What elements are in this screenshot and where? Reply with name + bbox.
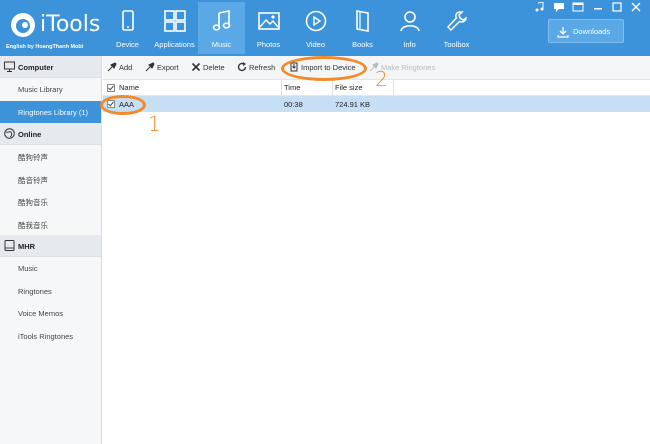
main-nav: Device Applications Music Photos Video B… <box>104 0 480 56</box>
tab-photos[interactable]: Photos <box>245 2 292 54</box>
feedback-icon[interactable] <box>553 2 565 12</box>
tab-label: Device <box>116 40 139 49</box>
select-all-checkbox[interactable] <box>107 84 115 92</box>
cell-time: 00:38 <box>284 100 303 109</box>
section-online: Online <box>0 123 101 145</box>
downloads-button[interactable]: Downloads <box>548 19 624 43</box>
downloads-label: Downloads <box>573 27 611 36</box>
sidebar-item-voice-memos[interactable]: Voice Memos <box>0 302 101 325</box>
itools-logo-icon <box>11 13 35 37</box>
tab-label: Music <box>211 40 232 49</box>
sidebar-item-label: 酷狗铃声 <box>18 153 48 162</box>
section-computer: Computer <box>0 56 101 78</box>
sidebar-item-ringtones[interactable]: Ringtones <box>0 280 101 303</box>
make-ringtones-label: Make Ringtones <box>381 63 436 72</box>
tab-label: Info <box>403 40 416 49</box>
section-title: Online <box>18 130 42 139</box>
sidebar-item-label: Ringtones <box>18 286 52 296</box>
refresh-label: Refresh <box>249 63 276 72</box>
sidebar: Computer Music Library Ringtones Library… <box>0 56 102 444</box>
tab-applications[interactable]: Applications <box>151 2 198 54</box>
annotation-circle-2 <box>281 56 367 81</box>
sidebar-item-label: 酷我音乐 <box>18 220 48 230</box>
download-icon <box>557 27 569 38</box>
minimize-icon[interactable] <box>592 2 604 12</box>
tab-label: Toolbox <box>443 40 470 49</box>
skin-icon[interactable] <box>572 2 584 12</box>
person-icon <box>400 11 420 32</box>
export-button[interactable]: Export <box>145 62 185 74</box>
section-title: Computer <box>18 63 54 72</box>
column-divider[interactable] <box>393 80 394 96</box>
sidebar-item-label: iTools Ringtones <box>18 331 74 341</box>
device-icon <box>4 240 15 251</box>
music-note-icon <box>212 10 231 31</box>
apps-grid-icon <box>164 10 186 32</box>
ringtones-table: Name Time File size AAA 00:38 724.91 KB <box>103 80 650 444</box>
column-divider[interactable] <box>332 80 333 96</box>
close-icon[interactable] <box>630 2 642 12</box>
globe-icon <box>4 128 15 139</box>
sidebar-item-music-library[interactable]: Music Library <box>0 78 101 101</box>
tab-books[interactable]: Books <box>339 2 386 54</box>
photo-icon <box>258 12 280 30</box>
tab-video[interactable]: Video <box>292 2 339 54</box>
app-name: iTools <box>40 12 101 37</box>
add-icon <box>107 62 117 72</box>
column-header-size[interactable]: File size <box>335 83 363 92</box>
annotation-step-2: 2 <box>375 67 388 91</box>
column-divider[interactable] <box>281 80 282 96</box>
sidebar-item-label: Music Library <box>18 85 63 94</box>
sidebar-item-label: 酷狗音乐 <box>18 198 48 207</box>
delete-icon <box>191 62 201 72</box>
sidebar-item-online-1[interactable]: 酷狗铃声 <box>0 145 101 168</box>
wrench-icon <box>446 11 467 32</box>
refresh-icon <box>237 62 247 72</box>
music-mini-icon[interactable] <box>534 2 546 12</box>
tab-info[interactable]: Info <box>386 2 433 54</box>
monitor-icon <box>4 61 15 72</box>
maximize-icon[interactable] <box>611 2 623 12</box>
book-icon <box>356 10 369 32</box>
sidebar-item-ringtones-library[interactable]: Ringtones Library (1) <box>0 100 101 123</box>
column-header-name[interactable]: Name <box>119 83 139 92</box>
delete-button[interactable]: Delete <box>191 62 231 74</box>
sidebar-item-online-2[interactable]: 酷音铃声 <box>0 168 101 191</box>
sidebar-item-label: Music <box>18 264 38 273</box>
phone-icon <box>122 10 134 31</box>
section-mhr: MHR <box>0 235 101 257</box>
table-row[interactable]: AAA 00:38 724.91 KB <box>103 96 650 112</box>
column-header-time[interactable]: Time <box>284 83 300 92</box>
tab-label: Books <box>352 40 373 49</box>
app-subtitle: English by HoangThanh Mobi <box>6 44 84 50</box>
sidebar-item-music[interactable]: Music <box>0 257 101 280</box>
check-icon <box>108 85 114 91</box>
sidebar-item-label: 酷音铃声 <box>18 175 48 185</box>
tab-label: Video <box>305 40 326 49</box>
export-label: Export <box>157 63 179 72</box>
cell-size: 724.91 KB <box>335 100 371 109</box>
sidebar-item-label: Voice Memos <box>18 309 64 318</box>
tab-toolbox[interactable]: Toolbox <box>433 2 480 54</box>
refresh-button[interactable]: Refresh <box>237 62 279 74</box>
add-label: Add <box>119 63 133 72</box>
delete-label: Delete <box>203 63 225 72</box>
export-icon <box>145 62 155 72</box>
tab-label: Applications <box>154 40 195 49</box>
sidebar-item-label: Ringtones Library (1) <box>18 107 89 117</box>
app-logo: iTools English by HoangThanh Mobi <box>6 8 102 52</box>
play-circle-icon <box>305 10 327 32</box>
tab-device[interactable]: Device <box>104 2 151 54</box>
section-title: MHR <box>18 242 36 251</box>
annotation-circle-1 <box>100 95 146 115</box>
sidebar-item-online-4[interactable]: 酷我音乐 <box>0 213 101 236</box>
tab-label: Photos <box>256 40 281 49</box>
sidebar-item-online-3[interactable]: 酷狗音乐 <box>0 190 101 213</box>
sidebar-item-itools-ringtones[interactable]: iTools Ringtones <box>0 325 101 348</box>
annotation-step-1: 1 <box>148 112 161 136</box>
add-button[interactable]: Add <box>107 62 141 74</box>
top-bar: iTools English by HoangThanh Mobi Device… <box>0 0 650 56</box>
tab-music[interactable]: Music <box>198 2 245 54</box>
